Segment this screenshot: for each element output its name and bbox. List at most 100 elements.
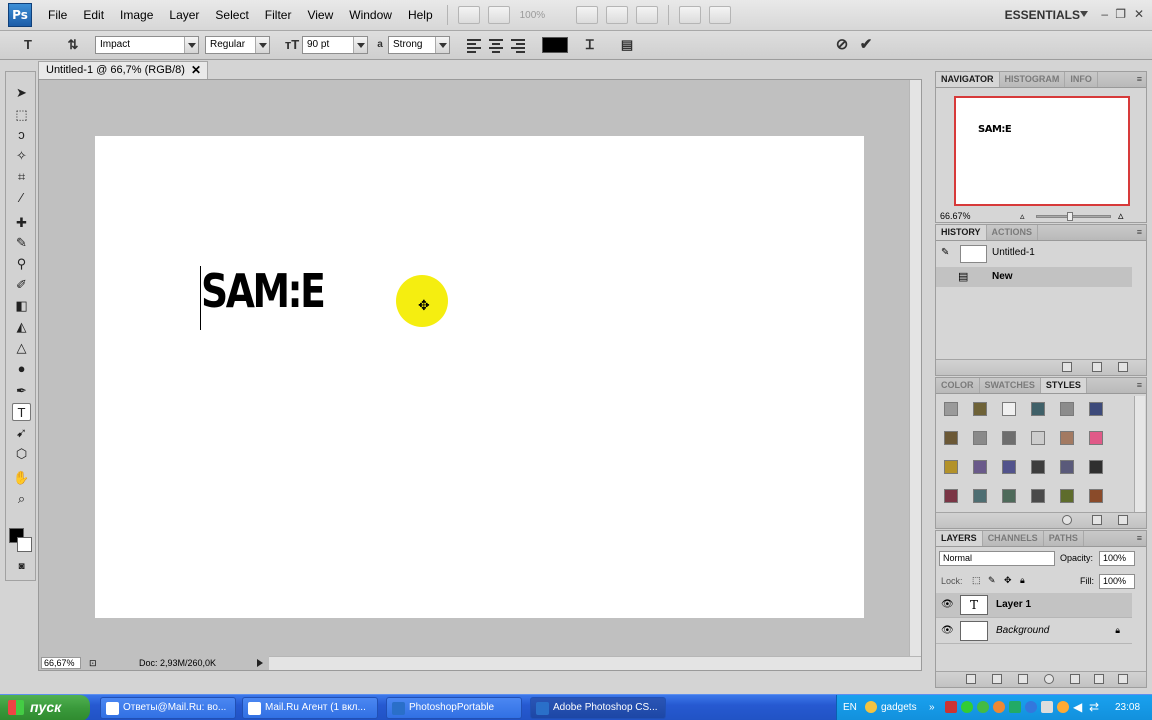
- menu-view[interactable]: View: [299, 4, 341, 26]
- tab-history[interactable]: HISTORY: [936, 225, 987, 240]
- style-swatch[interactable]: [973, 431, 987, 445]
- launch-bridge-button[interactable]: [457, 6, 480, 24]
- tab-layers[interactable]: LAYERS: [936, 531, 983, 546]
- dodge-tool-icon[interactable]: ●: [12, 360, 31, 378]
- panel-menu-icon[interactable]: ≡: [1137, 533, 1142, 543]
- path-selection-tool-icon[interactable]: ➹: [12, 424, 31, 442]
- font-family-select[interactable]: Impact: [95, 36, 199, 54]
- magic-wand-tool-icon[interactable]: ✧: [12, 147, 31, 165]
- visibility-eye-icon[interactable]: 👁︎: [941, 599, 954, 610]
- hand-tool-icon[interactable]: [575, 6, 598, 24]
- lasso-tool-icon[interactable]: ↄ: [12, 126, 31, 144]
- taskbar-item-mail-agent[interactable]: Mail.Ru Агент (1 вкл...: [242, 697, 378, 719]
- new-document-from-state-icon[interactable]: [1062, 362, 1072, 372]
- align-right-icon[interactable]: [509, 37, 527, 53]
- screen-mode-button[interactable]: [708, 6, 731, 24]
- healing-brush-tool-icon[interactable]: ✚: [12, 214, 31, 232]
- tray-app-icon[interactable]: [993, 701, 1005, 713]
- chevron-down-icon[interactable]: [255, 37, 269, 53]
- zoom-level-select[interactable]: 100%: [520, 10, 566, 21]
- tray-app-icon[interactable]: [1025, 701, 1037, 713]
- type-tool-icon[interactable]: T: [12, 403, 31, 421]
- style-swatch[interactable]: [1089, 402, 1103, 416]
- clock[interactable]: 23:08: [1115, 702, 1140, 713]
- close-icon[interactable]: ✕: [1134, 7, 1144, 21]
- style-swatch[interactable]: [973, 489, 987, 503]
- history-state[interactable]: ▤ New: [936, 267, 1132, 287]
- style-swatch[interactable]: [944, 402, 958, 416]
- zoom-in-icon[interactable]: ▵: [1118, 209, 1124, 222]
- document-tab[interactable]: Untitled-1 @ 66,7% (RGB/8) ✕: [38, 61, 208, 79]
- antialias-select[interactable]: Strong: [388, 36, 450, 54]
- history-brush-source-icon[interactable]: ✎: [941, 247, 949, 258]
- taskbar-item-photoshop-portable[interactable]: PhotoshopPortable: [386, 697, 522, 719]
- zoom-tool-icon[interactable]: ⌕: [12, 490, 31, 508]
- tab-navigator[interactable]: NAVIGATOR: [936, 72, 1000, 87]
- fill-field[interactable]: 100%: [1099, 574, 1135, 589]
- align-left-icon[interactable]: [465, 37, 483, 53]
- panel-menu-icon[interactable]: ≡: [1137, 380, 1142, 390]
- chevron-down-icon[interactable]: [435, 37, 449, 53]
- arrange-documents-button[interactable]: [678, 6, 701, 24]
- tab-info[interactable]: INFO: [1065, 72, 1098, 87]
- tray-app-icon[interactable]: [961, 701, 973, 713]
- gadgets-icon[interactable]: [865, 701, 877, 713]
- status-info-icon[interactable]: ⊡: [89, 658, 97, 669]
- layer-row-layer-1[interactable]: 👁︎ T Layer 1: [936, 593, 1132, 618]
- minimize-icon[interactable]: –: [1101, 7, 1108, 21]
- menu-window[interactable]: Window: [341, 4, 400, 26]
- toolbar-expand-icon[interactable]: »: [929, 702, 935, 713]
- layer-mask-icon[interactable]: [1018, 674, 1028, 684]
- tray-app-icon[interactable]: [1041, 701, 1053, 713]
- canvas-text-layer[interactable]: SAM:E: [201, 264, 326, 318]
- style-swatch[interactable]: [1060, 460, 1074, 474]
- menu-help[interactable]: Help: [400, 4, 441, 26]
- blur-tool-icon[interactable]: △: [12, 339, 31, 357]
- background-color-swatch[interactable]: [17, 537, 32, 552]
- style-swatch[interactable]: [1031, 489, 1045, 503]
- menu-image[interactable]: Image: [112, 4, 161, 26]
- tab-swatches[interactable]: SWATCHES: [980, 378, 1041, 393]
- menu-file[interactable]: File: [40, 4, 75, 26]
- menu-select[interactable]: Select: [207, 4, 256, 26]
- marquee-tool-icon[interactable]: ⬚: [12, 106, 31, 124]
- move-tool-icon[interactable]: ➤: [12, 84, 31, 102]
- quick-mask-icon[interactable]: ◙: [12, 558, 31, 576]
- paint-bucket-tool-icon[interactable]: ◭: [12, 318, 31, 336]
- lock-transparent-icon[interactable]: ⬚: [972, 575, 981, 586]
- style-swatch[interactable]: [1031, 460, 1045, 474]
- style-swatch[interactable]: [1031, 402, 1045, 416]
- adjustment-layer-icon[interactable]: [1044, 674, 1054, 684]
- character-panel-icon[interactable]: ▤: [617, 36, 637, 54]
- style-swatch[interactable]: [1060, 402, 1074, 416]
- new-style-icon[interactable]: [1092, 515, 1102, 525]
- status-zoom-field[interactable]: 66,67%: [41, 657, 81, 669]
- navigator-preview[interactable]: SAM:E: [954, 96, 1130, 206]
- tab-color[interactable]: COLOR: [936, 378, 980, 393]
- new-snapshot-icon[interactable]: [1092, 362, 1102, 372]
- zoom-tool-icon[interactable]: [605, 6, 628, 24]
- close-icon[interactable]: ✕: [191, 62, 201, 79]
- tray-app-icon[interactable]: [945, 701, 957, 713]
- canvas[interactable]: SAM:E ✥: [95, 136, 864, 618]
- hand-tool-icon[interactable]: ✋: [12, 469, 31, 487]
- shape-tool-icon[interactable]: ⬡: [12, 445, 31, 463]
- lock-all-icon[interactable]: 🔒︎: [1020, 575, 1025, 586]
- style-swatch[interactable]: [1060, 431, 1074, 445]
- volume-icon[interactable]: ◀: [1073, 700, 1082, 714]
- crop-tool-icon[interactable]: ⌗: [12, 168, 31, 186]
- trash-icon[interactable]: [1118, 362, 1128, 372]
- trash-icon[interactable]: [1118, 515, 1128, 525]
- restore-icon[interactable]: ❐: [1115, 7, 1126, 21]
- lock-position-icon[interactable]: ✥: [1004, 575, 1012, 586]
- trash-icon[interactable]: [1118, 674, 1128, 684]
- tray-app-icon[interactable]: [977, 701, 989, 713]
- style-swatch[interactable]: [1031, 431, 1045, 445]
- panel-menu-icon[interactable]: ≡: [1137, 74, 1142, 84]
- layer-style-icon[interactable]: [992, 674, 1002, 684]
- taskbar-item-browser[interactable]: Ответы@Mail.Ru: во...: [100, 697, 236, 719]
- style-swatch[interactable]: [1060, 489, 1074, 503]
- language-indicator[interactable]: EN: [843, 702, 857, 713]
- panel-menu-icon[interactable]: ≡: [1137, 227, 1142, 237]
- text-tool-preset-icon[interactable]: T: [18, 36, 38, 54]
